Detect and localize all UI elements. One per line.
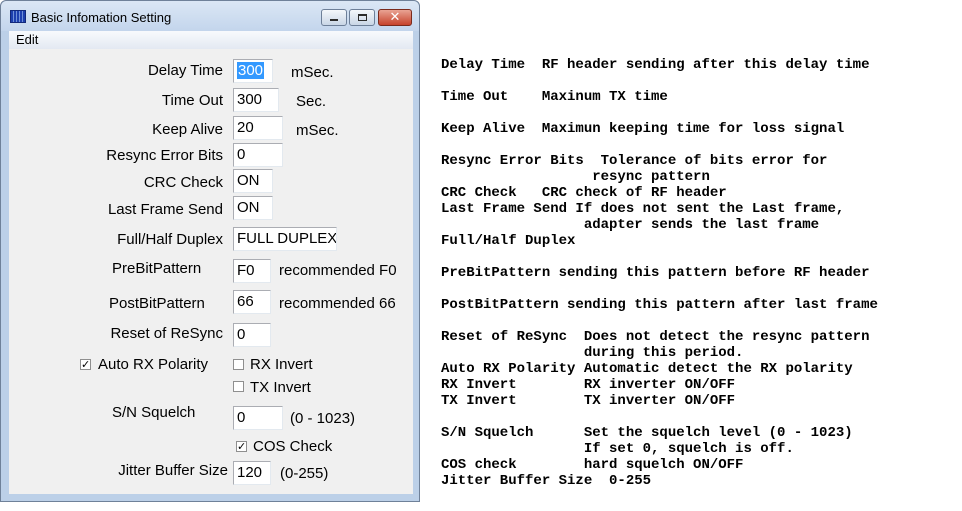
rx-invert-checkbox[interactable]	[233, 359, 244, 370]
close-button[interactable]: ✕	[378, 9, 412, 26]
desc-full-half-duplex: Full/Half Duplex	[441, 233, 576, 249]
jitter-buffer-size-label: Jitter Buffer Size	[118, 462, 228, 479]
time-out-unit: Sec.	[296, 93, 327, 110]
desc-sn-squelch: S/N Squelch Set the squelch level (0 - 1…	[441, 425, 853, 457]
desc-keep-alive: Keep Alive Maximun keeping time for loss…	[441, 121, 845, 137]
desc-resync-error-bits: Resync Error Bits Tolerance of bits erro…	[441, 153, 828, 185]
reset-of-resync-input[interactable]: 0	[233, 323, 271, 347]
title-bar[interactable]: Basic Infomation Setting ✕	[1, 1, 419, 31]
delay-time-label: Delay Time	[147, 62, 223, 79]
minimize-icon	[330, 19, 338, 21]
menu-item-edit[interactable]: Edit	[16, 32, 38, 47]
cos-check-label: COS Check	[253, 438, 333, 455]
sn-squelch-input[interactable]: 0	[233, 406, 283, 430]
desc-last-frame-send: Last Frame Send If does not sent the Las…	[441, 201, 845, 233]
time-out-label: Time Out	[161, 92, 223, 109]
sn-squelch-label: S/N Squelch	[112, 404, 196, 421]
settings-form: Delay Time 300 mSec. Time Out 300 Sec. K…	[9, 49, 413, 494]
close-icon: ✕	[389, 10, 401, 25]
desc-jitter-buffer-size: Jitter Buffer Size 0-255	[441, 473, 652, 489]
last-frame-send-input[interactable]: ON	[233, 196, 273, 220]
reset-of-resync-label: Reset of ReSync	[110, 325, 223, 342]
tx-invert-checkbox[interactable]	[233, 381, 244, 392]
post-bit-pattern-note: recommended 66	[279, 295, 396, 312]
desc-crc-check: CRC Check CRC check of RF header	[441, 185, 727, 201]
keep-alive-label: Keep Alive	[152, 121, 223, 138]
resync-error-bits-label: Resync Error Bits	[106, 147, 223, 164]
delay-time-value: 300	[237, 62, 265, 79]
sn-squelch-range: (0 - 1023)	[290, 410, 356, 427]
full-half-duplex-input[interactable]: FULL DUPLEX	[233, 227, 337, 251]
desc-reset-of-resync: Reset of ReSync Does not detect the resy…	[441, 329, 870, 361]
desc-cos-check: COS check hard squelch ON/OFF	[441, 457, 744, 473]
crc-check-label: CRC Check	[143, 174, 223, 191]
pre-bit-pattern-input[interactable]: F0	[233, 259, 271, 283]
app-icon	[10, 10, 26, 23]
jitter-buffer-size-range: (0-255)	[280, 465, 329, 482]
auto-rx-polarity-checkbox[interactable]: ✓	[80, 359, 91, 370]
desc-delay-time: Delay Time RF header sending after this …	[441, 57, 870, 73]
desc-rx-invert: RX Invert RX inverter ON/OFF	[441, 377, 736, 393]
time-out-input[interactable]: 300	[233, 88, 279, 112]
maximize-icon	[357, 14, 367, 21]
post-bit-pattern-label: PostBitPattern	[109, 295, 205, 312]
resync-error-bits-input[interactable]: 0	[233, 143, 283, 167]
desc-tx-invert: TX Invert TX inverter ON/OFF	[441, 393, 736, 409]
keep-alive-input[interactable]: 20	[233, 116, 283, 140]
desc-post-bit-pattern: PostBitPattern sending this pattern afte…	[441, 297, 878, 313]
desc-time-out: Time Out Maxinum TX time	[441, 89, 668, 105]
full-half-duplex-label: Full/Half Duplex	[117, 231, 223, 248]
tx-invert-label: TX Invert	[250, 379, 311, 396]
window-title: Basic Infomation Setting	[31, 10, 172, 25]
crc-check-input[interactable]: ON	[233, 169, 273, 193]
post-bit-pattern-input[interactable]: 66	[233, 290, 271, 314]
delay-time-unit: mSec.	[291, 64, 334, 81]
delay-time-input[interactable]: 300	[233, 59, 273, 83]
keep-alive-unit: mSec.	[296, 122, 339, 139]
menu-bar: Edit	[9, 31, 413, 50]
rx-invert-label: RX Invert	[250, 356, 313, 373]
desc-auto-rx-polarity: Auto RX Polarity Automatic detect the RX…	[441, 361, 853, 377]
desc-pre-bit-pattern: PreBitPattern sending this pattern befor…	[441, 265, 870, 281]
jitter-buffer-size-input[interactable]: 120	[233, 461, 271, 485]
cos-check-checkbox[interactable]: ✓	[236, 441, 247, 452]
pre-bit-pattern-note: recommended F0	[279, 262, 397, 279]
maximize-button[interactable]	[349, 9, 375, 26]
auto-rx-polarity-label: Auto RX Polarity	[98, 356, 209, 373]
last-frame-send-label: Last Frame Send	[107, 201, 223, 218]
pre-bit-pattern-label: PreBitPattern	[112, 260, 202, 277]
minimize-button[interactable]	[321, 9, 347, 26]
settings-window: Basic Infomation Setting ✕ Edit Delay Ti…	[0, 0, 420, 502]
